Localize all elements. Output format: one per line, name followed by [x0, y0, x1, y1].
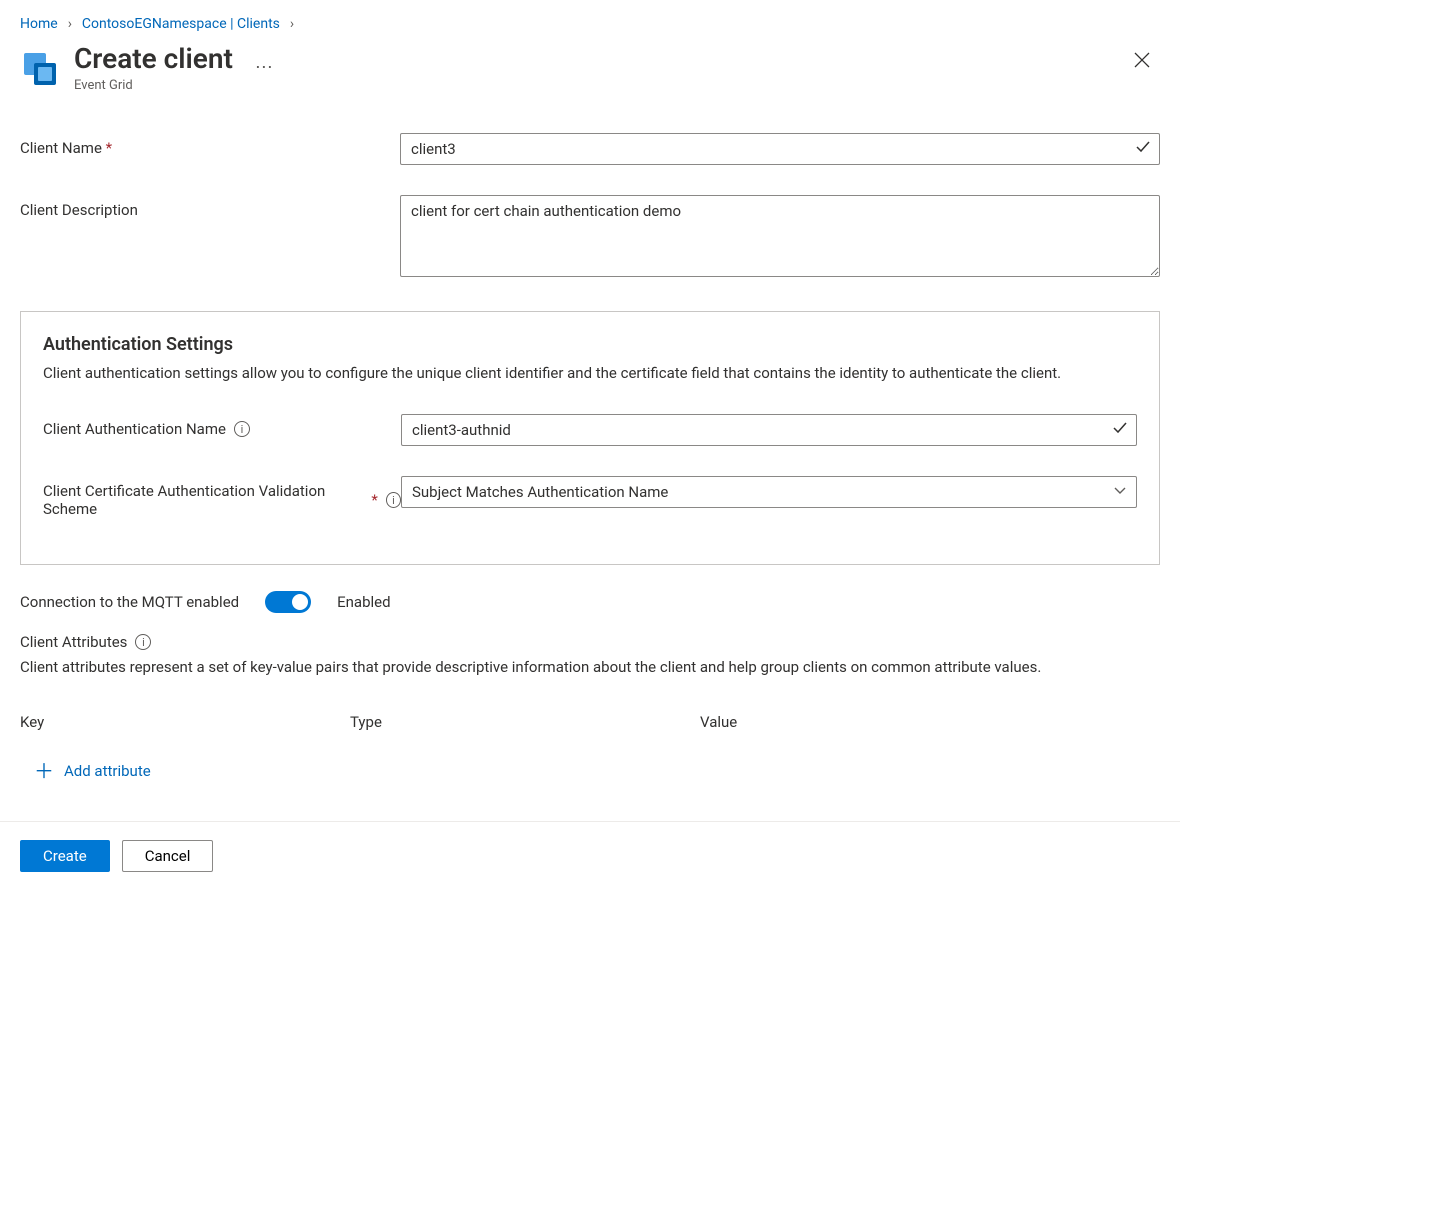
- auth-name-label: Client Authentication Name i: [43, 414, 401, 438]
- page-header: Create client Event Grid ⋯: [20, 42, 1160, 93]
- chevron-right-icon: ›: [68, 16, 72, 32]
- col-value: Value: [700, 713, 1160, 731]
- client-name-label: Client Name *: [20, 133, 400, 157]
- mqtt-label: Connection to the MQTT enabled: [20, 593, 239, 611]
- auth-section-desc: Client authentication settings allow you…: [43, 363, 1137, 385]
- info-icon[interactable]: i: [234, 421, 250, 437]
- breadcrumb-home[interactable]: Home: [20, 16, 58, 32]
- close-button[interactable]: [1124, 42, 1160, 78]
- add-attribute-button[interactable]: ＋ Add attribute: [20, 761, 1160, 781]
- auth-name-input[interactable]: [401, 414, 1137, 446]
- mqtt-toggle[interactable]: [265, 591, 311, 613]
- breadcrumb: Home › ContosoEGNamespace | Clients ›: [20, 16, 1160, 32]
- plus-icon: ＋: [34, 761, 54, 781]
- chevron-right-icon: ›: [290, 16, 294, 32]
- footer: Create Cancel: [20, 822, 1160, 892]
- page-title: Create client: [74, 42, 233, 76]
- breadcrumb-namespace[interactable]: ContosoEGNamespace | Clients: [82, 16, 280, 32]
- validation-scheme-label: Client Certificate Authentication Valida…: [43, 476, 401, 518]
- resource-icon: [20, 49, 60, 89]
- close-icon: [1134, 52, 1150, 68]
- mqtt-status: Enabled: [337, 593, 390, 611]
- more-actions-button[interactable]: ⋯: [247, 57, 283, 78]
- client-attributes-title: Client Attributes i: [20, 633, 1160, 651]
- client-description-label: Client Description: [20, 195, 400, 219]
- add-attribute-label: Add attribute: [64, 762, 151, 780]
- authentication-settings-section: Authentication Settings Client authentic…: [20, 311, 1160, 566]
- col-key: Key: [20, 713, 350, 731]
- auth-section-title: Authentication Settings: [43, 334, 1137, 355]
- attributes-header: Key Type Value: [20, 713, 1160, 731]
- col-type: Type: [350, 713, 700, 731]
- cancel-button[interactable]: Cancel: [122, 840, 214, 872]
- create-button[interactable]: Create: [20, 840, 110, 872]
- info-icon[interactable]: i: [135, 634, 151, 650]
- client-description-input[interactable]: client for cert chain authentication dem…: [400, 195, 1160, 277]
- info-icon[interactable]: i: [386, 492, 401, 508]
- client-name-input[interactable]: [400, 133, 1160, 165]
- validation-scheme-select[interactable]: Subject Matches Authentication Name: [401, 476, 1137, 508]
- page-subtitle: Event Grid: [74, 78, 233, 93]
- client-attributes-desc: Client attributes represent a set of key…: [20, 657, 1160, 679]
